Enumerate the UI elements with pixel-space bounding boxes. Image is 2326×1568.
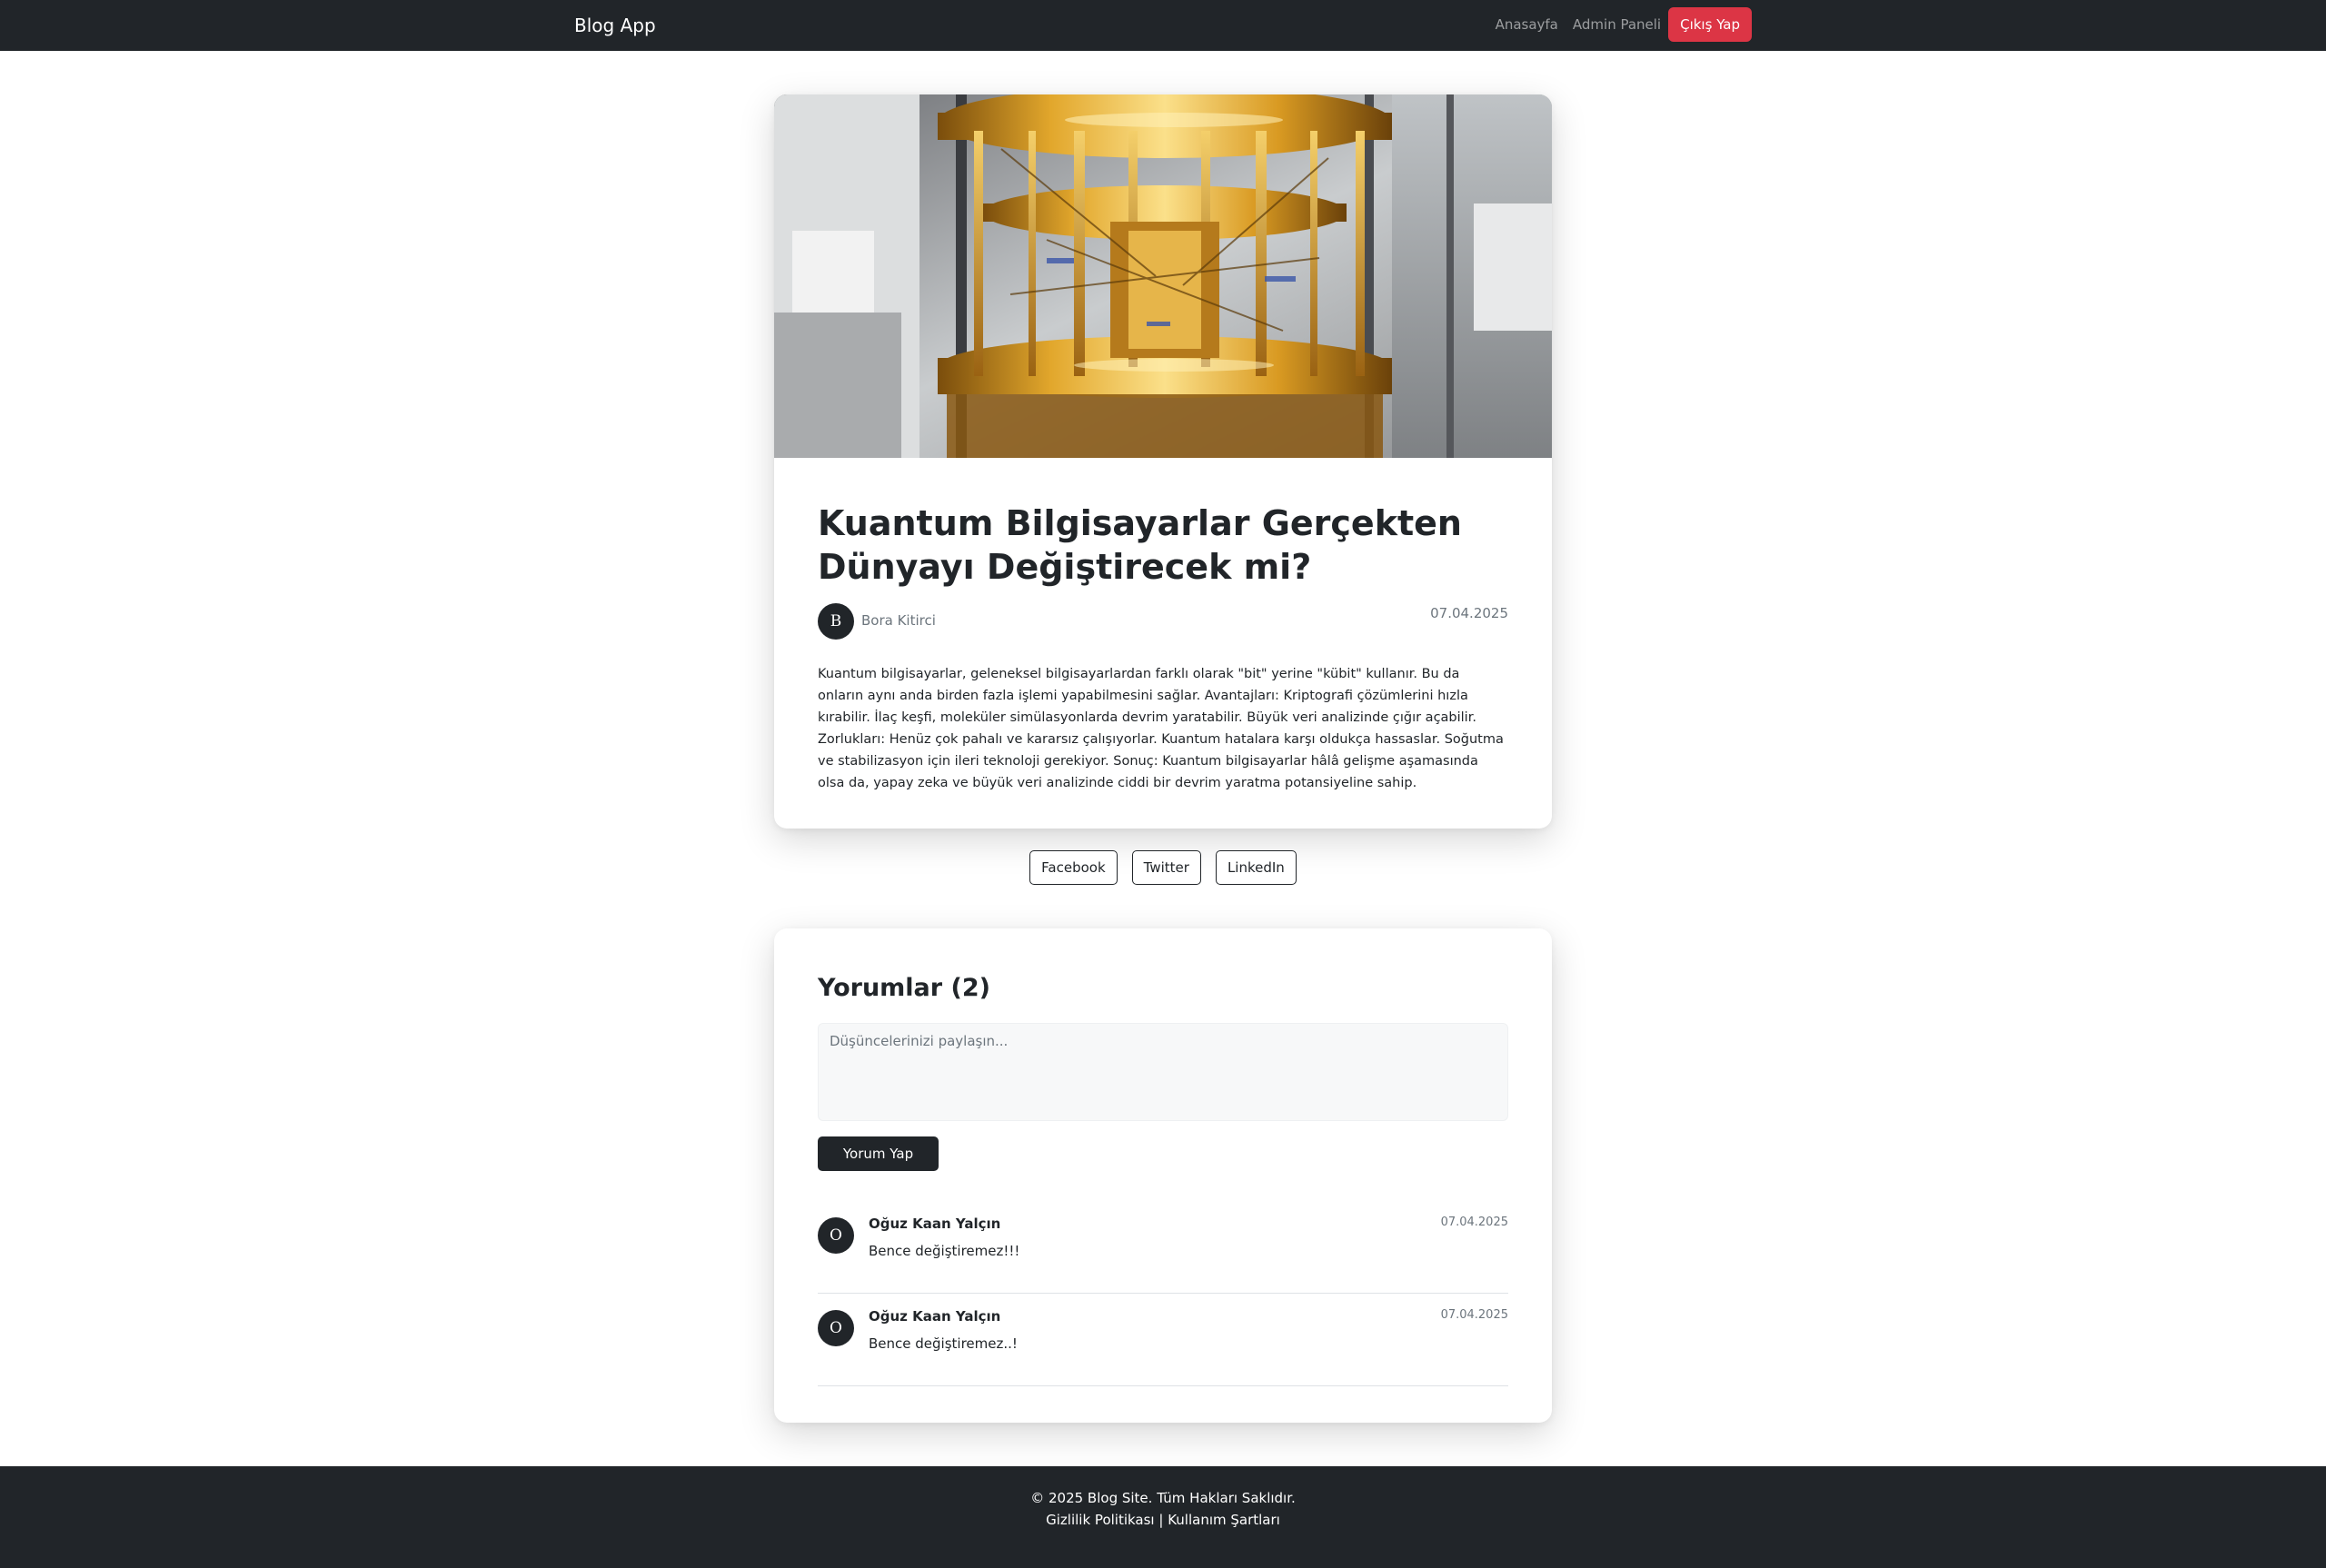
post-title: Kuantum Bilgisayarlar Gerçekten Dünyayı … — [818, 503, 1462, 587]
comment-date: 07.04.2025 — [1440, 1216, 1508, 1229]
navbar: Blog App Anasayfa Admin Paneli Çıkış Yap — [0, 0, 2326, 51]
commenter-avatar: O — [818, 1217, 854, 1254]
post-image — [774, 94, 1552, 458]
comment-item: O Oğuz Kaan Yalçın 07.04.2025 Bence deği… — [818, 1294, 1508, 1386]
post-body: Kuantum Bilgisayarlar Gerçekten Dünyayı … — [818, 501, 1508, 794]
post-author: Bora Kitirci — [861, 612, 936, 629]
share-buttons: Facebook Twitter LinkedIn — [0, 850, 2326, 885]
comments-card: Yorumlar (2) Yorum Yap O Oğuz Kaan Yalçı… — [774, 928, 1552, 1423]
footer-links: Gizlilik Politikası | Kullanım Şartları — [0, 1512, 2326, 1528]
comment-text: Bence değiştiremez!!! — [869, 1243, 1020, 1259]
nav-admin-link[interactable]: Admin Paneli — [1566, 7, 1668, 42]
post-date: 07.04.2025 — [1430, 605, 1508, 621]
submit-comment-button[interactable]: Yorum Yap — [818, 1136, 939, 1171]
share-linkedin-button[interactable]: LinkedIn — [1215, 850, 1297, 885]
comment-author: Oğuz Kaan Yalçın — [869, 1216, 1001, 1232]
share-facebook-button[interactable]: Facebook — [1029, 850, 1118, 885]
footer-copyright: © 2025 Blog Site. Tüm Hakları Saklıdır. — [1030, 1490, 1296, 1506]
privacy-policy-link[interactable]: Gizlilik Politikası — [1046, 1512, 1154, 1528]
author-avatar: B — [818, 603, 854, 640]
nav-links: Anasayfa Admin Paneli Çıkış Yap — [1488, 7, 1752, 42]
quantum-computer-photo — [774, 94, 1552, 458]
terms-link[interactable]: Kullanım Şartları — [1168, 1512, 1280, 1528]
post-content: Kuantum bilgisayarlar, geleneksel bilgis… — [818, 667, 1504, 790]
footer-separator: | — [1154, 1512, 1168, 1528]
comment-text: Bence değiştiremez..! — [869, 1335, 1018, 1352]
share-twitter-button[interactable]: Twitter — [1131, 850, 1201, 885]
footer: © 2025 Blog Site. Tüm Hakları Saklıdır. … — [0, 1466, 2326, 1568]
comment-date: 07.04.2025 — [1440, 1308, 1508, 1322]
commenter-avatar: O — [818, 1310, 854, 1346]
logout-button[interactable]: Çıkış Yap — [1668, 7, 1752, 42]
comment-input[interactable] — [818, 1023, 1508, 1121]
brand-logo[interactable]: Blog App — [574, 13, 656, 38]
nav-home-link[interactable]: Anasayfa — [1488, 7, 1566, 42]
post-meta: B Bora Kitirci 07.04.2025 — [818, 603, 1508, 643]
comments-title: Yorumlar (2) — [818, 974, 990, 1002]
post-card: Kuantum Bilgisayarlar Gerçekten Dünyayı … — [774, 94, 1552, 829]
comment-item: O Oğuz Kaan Yalçın 07.04.2025 Bence deği… — [818, 1201, 1508, 1294]
comment-author: Oğuz Kaan Yalçın — [869, 1308, 1001, 1325]
